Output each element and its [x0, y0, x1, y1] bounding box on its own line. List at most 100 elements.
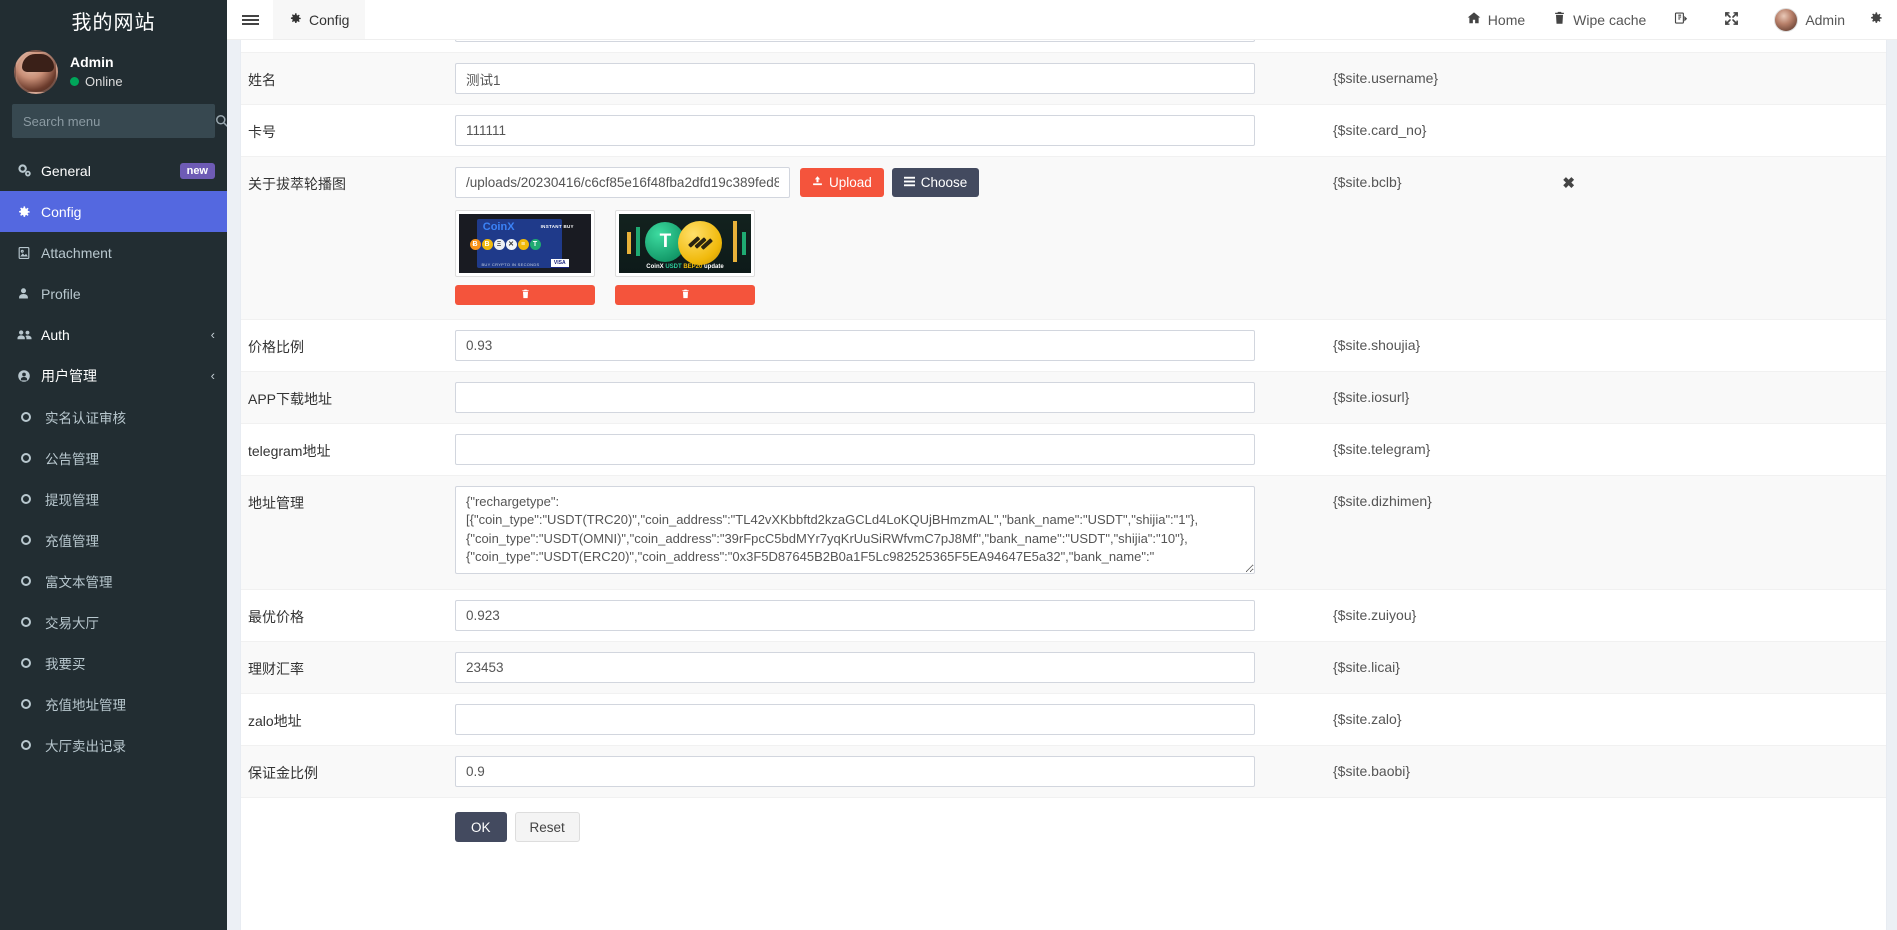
circle-o-icon — [21, 493, 45, 504]
choose-button[interactable]: Choose — [891, 168, 980, 197]
visa-logo: VISA — [550, 258, 569, 268]
deposit-ratio-input[interactable] — [455, 756, 1255, 787]
caption-part: USDT — [665, 264, 682, 270]
nav-item-label: Home — [1487, 11, 1526, 28]
close-icon[interactable]: ✖ — [1562, 174, 1595, 192]
tab-config[interactable]: Config — [273, 0, 366, 39]
chevron-left-icon: ‹ — [210, 368, 215, 383]
avatar — [14, 50, 58, 94]
trash-icon — [1553, 11, 1566, 28]
circle-o-icon — [21, 739, 45, 750]
price-ratio-input[interactable] — [455, 330, 1255, 361]
sidebar-item-label: Attachment — [41, 244, 112, 261]
table-row: APP下载地址 {$site.iosurl} — [241, 372, 1886, 424]
thumb2-caption: CoinX USDT BEP20 update — [619, 264, 751, 270]
field-variable: {$site.licai} — [1333, 659, 1400, 675]
sidebar-item-label: 富文本管理 — [45, 574, 113, 590]
user-name: Admin — [70, 54, 114, 71]
telegram-url-input[interactable] — [455, 434, 1255, 465]
sidebar-item-hall-sell-records[interactable]: 大厅卖出记录 — [0, 724, 227, 765]
field-variable: {$site.bclb} — [1333, 174, 1402, 190]
search-input[interactable] — [13, 113, 209, 129]
sidebar-item-general[interactable]: General new — [0, 150, 227, 191]
delete-thumbnail-1-button[interactable] — [455, 285, 595, 305]
sidebar-item-label: 交易大厅 — [45, 615, 99, 631]
field-label: 保证金比例 — [248, 765, 318, 781]
delete-thumbnail-2-button[interactable] — [615, 285, 755, 305]
field-label: 地址管理 — [248, 495, 304, 511]
content-area: 开户行 {$site.bank_deposit} 姓名 {$site.usern… — [227, 40, 1897, 930]
nav-fullscreen-button[interactable] — [1710, 0, 1760, 40]
circle-o-icon — [21, 657, 45, 668]
address-management-textarea[interactable]: {"rechargetype": [{"coin_type":"USDT(TRC… — [455, 486, 1255, 574]
image-file-icon — [17, 246, 41, 260]
finance-rate-input[interactable] — [455, 652, 1255, 683]
field-label: APP下载地址 — [248, 391, 333, 407]
coin-icon: Ξ — [493, 238, 505, 250]
field-label: 关于拔萃轮播图 — [248, 176, 346, 192]
gear-icon — [289, 12, 302, 28]
sidebar-item-realname-audit[interactable]: 实名认证审核 — [0, 396, 227, 437]
sidebar-item-label: General — [41, 162, 91, 179]
sidebar-item-label: Profile — [41, 285, 81, 302]
sidebar-toggle-icon[interactable] — [227, 0, 273, 39]
sidebar-item-profile[interactable]: Profile — [0, 273, 227, 314]
card-no-input[interactable] — [455, 115, 1255, 146]
sidebar-item-label: 公告管理 — [45, 451, 99, 467]
sidebar-item-announcement[interactable]: 公告管理 — [0, 437, 227, 478]
bank-deposit-input[interactable] — [455, 40, 1255, 42]
field-label: 价格比例 — [248, 339, 304, 355]
sidebar-item-label: 充值管理 — [45, 533, 99, 549]
upload-button[interactable]: Upload — [800, 168, 884, 197]
field-label: 理财汇率 — [248, 661, 304, 677]
carousel-thumbnail-2[interactable]: T CoinX USDT BEP20 update — [615, 210, 755, 277]
sidebar-item-recharge-address[interactable]: 充值地址管理 — [0, 683, 227, 724]
sidebar-item-user-management[interactable]: 用户管理 ‹ — [0, 355, 227, 396]
nav-wipe-cache-button[interactable]: Wipe cache — [1539, 0, 1660, 40]
zalo-url-input[interactable] — [455, 704, 1255, 735]
field-variable: {$site.baobi} — [1333, 763, 1411, 779]
nav-item-label: Admin — [1805, 11, 1845, 28]
gear-icon — [17, 205, 41, 219]
field-label: telegram地址 — [248, 443, 331, 459]
field-variable: {$site.zuiyou} — [1333, 607, 1417, 623]
sidebar-item-label: 提现管理 — [45, 492, 99, 508]
sidebar-item-recharge[interactable]: 充值管理 — [0, 519, 227, 560]
table-row: 价格比例 {$site.shoujia} — [241, 320, 1886, 372]
carousel-thumbnail-1[interactable]: CoinX INSTANT BUY Ƀ B Ξ ✕ ≡ T BUY CRYPTO… — [455, 210, 595, 277]
sidebar-item-withdraw[interactable]: 提现管理 — [0, 478, 227, 519]
nav-settings-button[interactable] — [1859, 0, 1889, 40]
top-navbar: Config Home Wipe cache Admin — [227, 0, 1897, 40]
busd-coin-icon — [678, 221, 723, 266]
username-input[interactable] — [455, 63, 1255, 94]
nav-user-menu[interactable]: Admin — [1760, 0, 1859, 40]
reset-button[interactable]: Reset — [514, 812, 580, 842]
table-row: 地址管理 {"rechargetype": [{"coin_type":"USD… — [241, 476, 1886, 590]
upload-icon — [812, 175, 823, 190]
sidebar-item-i-want-buy[interactable]: 我要买 — [0, 642, 227, 683]
badge-new: new — [179, 162, 215, 179]
app-download-url-input[interactable] — [455, 382, 1255, 413]
ok-button[interactable]: OK — [455, 812, 507, 842]
sidebar-item-auth[interactable]: Auth ‹ — [0, 314, 227, 355]
trash-icon — [521, 289, 530, 302]
sidebar-item-richtext[interactable]: 富文本管理 — [0, 560, 227, 601]
field-label: 最优价格 — [248, 609, 304, 625]
sidebar-item-config[interactable]: Config — [0, 191, 227, 232]
coin-icon: T — [529, 238, 541, 250]
table-row: 理财汇率 {$site.licai} — [241, 642, 1886, 694]
best-price-input[interactable] — [455, 600, 1255, 631]
field-variable: {$site.zalo} — [1333, 711, 1402, 727]
sidebar-item-trade-hall[interactable]: 交易大厅 — [0, 601, 227, 642]
thumbnail-artwork: T CoinX USDT BEP20 update — [619, 214, 751, 273]
nav-multitab-button[interactable] — [1660, 0, 1710, 40]
field-variable: {$site.telegram} — [1333, 441, 1431, 457]
carousel-image-path-input[interactable] — [455, 167, 790, 198]
table-row: 保证金比例 {$site.baobi} — [241, 746, 1886, 798]
search-icon[interactable] — [209, 105, 227, 137]
caption-part: BEP20 — [683, 264, 703, 270]
field-variable: {$site.dizhimen} — [1333, 493, 1432, 509]
sidebar-item-attachment[interactable]: Attachment — [0, 232, 227, 273]
thumbnail-artwork: CoinX INSTANT BUY Ƀ B Ξ ✕ ≡ T BUY CRYPTO… — [459, 214, 591, 273]
nav-home-button[interactable]: Home — [1453, 0, 1539, 40]
